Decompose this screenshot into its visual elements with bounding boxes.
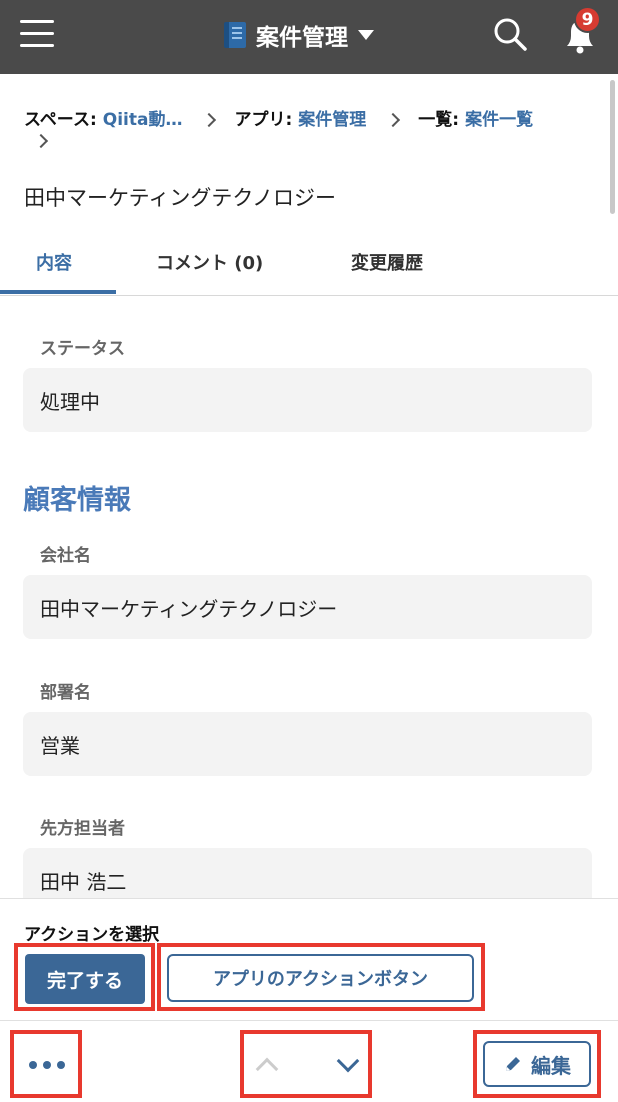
action-select-title: アクションを選択: [24, 925, 160, 945]
breadcrumb-space-link[interactable]: Qiita動…: [103, 104, 183, 136]
status-value: 処理中: [23, 368, 592, 432]
app-book-icon: [224, 22, 246, 48]
section-heading-customer: 顧客情報: [23, 485, 131, 516]
caret-down-icon: [358, 30, 374, 40]
complete-button[interactable]: 完了する: [25, 954, 145, 1004]
scrollbar[interactable]: [610, 80, 615, 214]
chevron-right-icon: [33, 133, 49, 149]
department-label: 部署名: [40, 683, 91, 703]
tab-content[interactable]: 内容: [36, 230, 72, 294]
chevron-down-icon: [336, 1049, 360, 1073]
chevron-right-icon: [202, 112, 217, 128]
notification-badge: 9: [574, 6, 601, 33]
tab-history[interactable]: 変更履歴: [351, 230, 423, 294]
search-icon[interactable]: [492, 16, 530, 54]
breadcrumb: スペース: Qiita動… アプリ: 案件管理 一覧: 案件一覧: [24, 104, 594, 149]
status-label: ステータス: [40, 339, 125, 359]
record-title: 田中マーケティングテクノロジー: [24, 186, 337, 210]
company-value: 田中マーケティングテクノロジー: [23, 575, 592, 639]
active-tab-indicator: [0, 290, 116, 294]
chevron-up-icon: [255, 1057, 279, 1081]
app-switcher[interactable]: 案件管理: [224, 18, 374, 52]
breadcrumb-app-label: アプリ:: [234, 110, 293, 130]
breadcrumb-app-link[interactable]: 案件管理: [298, 104, 366, 136]
more-icon[interactable]: [20, 1040, 74, 1090]
company-label: 会社名: [40, 546, 91, 566]
contact-label: 先方担当者: [40, 819, 125, 839]
department-value: 営業: [23, 712, 592, 776]
breadcrumb-list-link[interactable]: 案件一覧: [465, 104, 533, 136]
edit-label: 編集: [531, 1053, 571, 1078]
chevron-right-icon: [386, 112, 401, 128]
app-title: 案件管理: [256, 25, 348, 51]
hamburger-menu-icon[interactable]: [20, 20, 54, 48]
next-record-button[interactable]: [324, 1040, 372, 1090]
edit-button[interactable]: 編集: [483, 1041, 591, 1087]
previous-record-button[interactable]: [243, 1040, 291, 1090]
top-bar: 案件管理: [0, 0, 618, 74]
breadcrumb-space-label: スペース:: [24, 110, 97, 130]
breadcrumb-list-label: 一覧:: [418, 110, 460, 130]
pencil-icon: [506, 1057, 520, 1071]
tab-comments[interactable]: コメント (0): [156, 230, 263, 294]
tab-bar: 内容 コメント (0) 変更履歴: [0, 230, 618, 296]
app-action-button[interactable]: アプリのアクションボタン: [167, 954, 474, 1002]
divider: [0, 1020, 618, 1021]
